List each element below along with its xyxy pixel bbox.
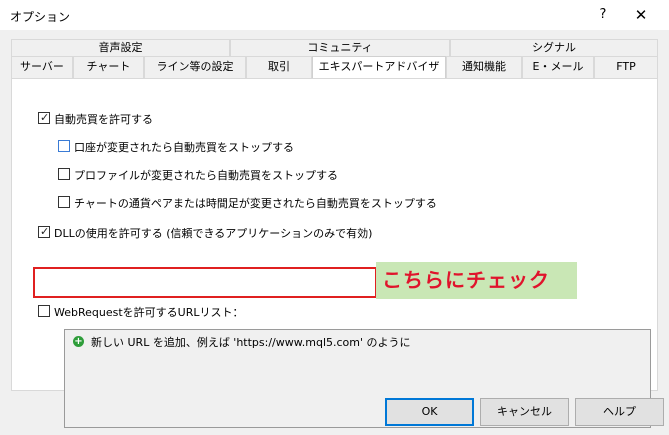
window-title: オプション (10, 10, 71, 24)
stop-on-profile-change-label: プロファイルが変更されたら自動売買をストップする (74, 169, 338, 182)
allow-webrequest-checkbox[interactable] (38, 305, 50, 317)
tab-email[interactable]: E・メール (522, 56, 594, 78)
check-icon: ✓ (40, 111, 50, 124)
add-icon[interactable]: + (73, 336, 84, 347)
highlight-box (33, 267, 377, 298)
annotation-label: こちらにチェック (376, 262, 577, 299)
tab-community[interactable]: コミュニティ (230, 39, 450, 56)
allow-webrequest-label: WebRequestを許可するURLリスト： (54, 306, 244, 319)
help-button[interactable]: ヘルプ (575, 398, 664, 426)
ok-button[interactable]: OK (385, 398, 474, 426)
cancel-button[interactable]: キャンセル (480, 398, 569, 426)
add-url-hint[interactable]: 新しい URL を追加、例えば 'https://www.mql5.com' の… (91, 334, 411, 350)
tab-expert-advisors[interactable]: エキスパートアドバイザ (312, 56, 446, 78)
stop-on-symbol-change-label: チャートの通貨ペアまたは時間足が変更されたら自動売買をストップする (74, 197, 437, 210)
stop-on-account-change-label: 口座が変更されたら自動売買をストップする (74, 141, 294, 154)
tab-notifications[interactable]: 通知機能 (446, 56, 522, 78)
stop-on-symbol-change-checkbox[interactable] (58, 196, 70, 208)
auto-trading-label: 自動売買を許可する (54, 113, 153, 126)
title-bar: オプション ? ✕ (0, 0, 669, 30)
expert-advisors-panel: ✓ 自動売買を許可する 口座が変更されたら自動売買をストップする プロファイルが… (11, 78, 658, 428)
stop-on-account-change-checkbox[interactable] (58, 140, 70, 152)
tab-ftp[interactable]: FTP (594, 56, 658, 78)
tab-objects[interactable]: ライン等の設定 (144, 56, 246, 78)
close-icon[interactable]: ✕ (630, 4, 652, 26)
tab-sound[interactable]: 音声設定 (11, 39, 230, 56)
tab-trade[interactable]: 取引 (246, 56, 312, 78)
dialog-client: 音声設定 コミュニティ シグナル サーバー チャート ライン等の設定 取引 エキ… (0, 30, 669, 435)
tab-server[interactable]: サーバー (11, 56, 73, 78)
tab-chart[interactable]: チャート (73, 56, 144, 78)
help-icon[interactable]: ? (592, 4, 614, 26)
auto-trading-checkbox[interactable]: ✓ (38, 111, 50, 124)
allow-dll-label: DLLの使用を許可する (信頼できるアプリケーションのみで有効) (54, 227, 373, 240)
stop-on-profile-change-checkbox[interactable] (58, 168, 70, 180)
tab-signals[interactable]: シグナル (450, 39, 658, 56)
allow-dll-checkbox[interactable]: ✓ (38, 225, 50, 238)
check-icon: ✓ (40, 225, 50, 238)
